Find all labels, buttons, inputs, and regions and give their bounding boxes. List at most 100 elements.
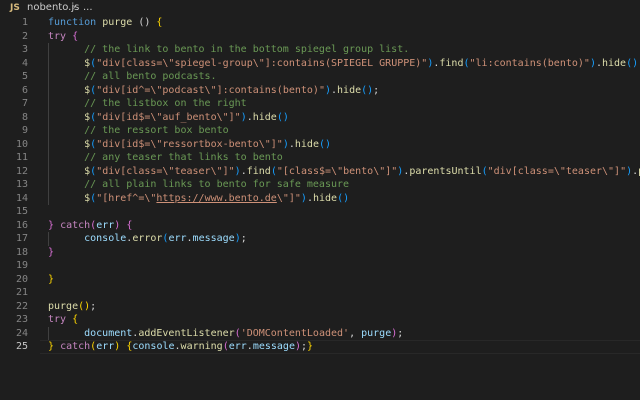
code-line[interactable]: 25} catch(err) {console.warning(err.mess… bbox=[0, 340, 640, 354]
line-code: } bbox=[48, 273, 54, 287]
code-token: hide bbox=[312, 192, 338, 204]
line-number: 1 bbox=[21, 17, 28, 28]
code-line[interactable]: 10 $("div[id$=\"ressortbox-bento\"]").hi… bbox=[0, 137, 640, 151]
code-token: error bbox=[132, 233, 163, 244]
code-token: try bbox=[48, 314, 73, 325]
code-token: "[class$=\"bento\"]" bbox=[276, 165, 398, 177]
line-number: 12 bbox=[15, 165, 28, 177]
line-code: $("div[class=\"teaser\"]").find("[class$… bbox=[48, 165, 640, 179]
line-code: $("[href^=\"https://www.bento.de\"]").hi… bbox=[48, 192, 349, 206]
line-number: 14 bbox=[15, 192, 28, 204]
code-token: ; bbox=[240, 233, 247, 244]
code-token: { bbox=[72, 30, 79, 42]
code-token: } bbox=[307, 341, 314, 352]
code-line[interactable]: 22 purge(); bbox=[0, 300, 640, 314]
line-number: 21 bbox=[15, 287, 28, 298]
chevron-right-icon: › bbox=[72, 2, 76, 13]
code-line[interactable]: 16} catch(err) { bbox=[0, 219, 640, 233]
breadcrumb: JS nobento.js › ... bbox=[0, 0, 640, 16]
code-token: err bbox=[96, 219, 115, 231]
code-line[interactable]: 8 $("div[id$=\"auf_bento\"]").hide() bbox=[0, 110, 640, 125]
code-token: hide bbox=[337, 84, 362, 96]
line-number: 24 bbox=[15, 327, 28, 339]
code-line[interactable]: 18} bbox=[0, 246, 640, 260]
code-token: find bbox=[246, 165, 271, 177]
line-code: // all plain links to bento for safe mea… bbox=[48, 178, 349, 192]
code-token: console bbox=[84, 233, 127, 244]
code-line[interactable]: 1 function purge () { bbox=[0, 16, 640, 30]
code-token: "div[class=\"spiegel-group\"]:contains(S… bbox=[96, 57, 428, 69]
code-token: } bbox=[48, 273, 55, 285]
code-line[interactable]: 19 bbox=[0, 259, 640, 273]
code-line[interactable]: 6 $("div[id^=\"podcast\"]:contains(bento… bbox=[0, 83, 640, 98]
code-token: () bbox=[132, 17, 157, 28]
code-line[interactable]: 24 document.addEventListener('DOMContent… bbox=[0, 326, 640, 340]
line-number: 2 bbox=[21, 30, 28, 42]
line-code: } bbox=[48, 246, 54, 260]
code-token: document bbox=[84, 327, 133, 339]
code-token: // the ressort box bento bbox=[84, 125, 229, 136]
line-number: 6 bbox=[21, 84, 28, 96]
line-code: $("div[id^=\"podcast\"]:contains(bento)"… bbox=[48, 84, 379, 98]
code-line[interactable]: 13 // all plain links to bento for safe … bbox=[0, 178, 640, 192]
line-number: 11 bbox=[15, 152, 28, 163]
code-token: () bbox=[337, 192, 350, 204]
code-token: message bbox=[192, 233, 235, 244]
line-number: 22 bbox=[15, 300, 28, 312]
code-token: () bbox=[626, 57, 639, 69]
code-line[interactable]: 23 try { bbox=[0, 313, 640, 327]
code-token: , bbox=[349, 327, 362, 339]
code-token: "div[id$=\"ressortbox-bento\"]" bbox=[96, 138, 283, 150]
code-line[interactable]: 11 // any teaser that links to bento bbox=[0, 151, 640, 165]
javascript-file-icon: JS bbox=[10, 3, 20, 13]
code-token: "li:contains(bento)" bbox=[469, 57, 590, 69]
line-number: 9 bbox=[21, 125, 28, 136]
line-number: 18 bbox=[15, 246, 28, 258]
code-token: ; bbox=[397, 327, 404, 339]
code-token: err bbox=[96, 341, 115, 352]
line-number: 25 bbox=[15, 341, 28, 352]
code-line[interactable]: 14 $("[href^=\"https://www.bento.de\"]")… bbox=[0, 191, 640, 206]
line-code: $("div[id$=\"auf_bento\"]").hide() bbox=[48, 111, 289, 125]
breadcrumb-symbols[interactable]: ... bbox=[83, 0, 93, 16]
code-token: try bbox=[48, 30, 73, 42]
code-token: \"]" bbox=[276, 192, 301, 204]
code-line[interactable]: 3 // the link to bento in the bottom spi… bbox=[0, 43, 640, 57]
line-code: // the ressort box bento bbox=[48, 124, 229, 138]
code-line[interactable]: 7 // the listbox on the right bbox=[0, 97, 640, 111]
code-line[interactable]: 2 try { bbox=[0, 30, 640, 44]
code-line[interactable]: 15 bbox=[0, 205, 640, 219]
line-code: // the listbox on the right bbox=[48, 97, 247, 111]
line-code: console.error(err.message); bbox=[48, 232, 247, 246]
line-code: } catch(err) { bbox=[48, 219, 132, 233]
line-number: 15 bbox=[15, 206, 28, 217]
code-line[interactable]: 17 console.error(err.message); bbox=[0, 232, 640, 246]
code-editor[interactable]: 1 function purge () {2 try {3 // the link … bbox=[0, 16, 640, 400]
code-token: () bbox=[276, 111, 289, 123]
code-token: https://www.bento.de bbox=[156, 192, 277, 204]
line-code: // any teaser that links to bento bbox=[48, 151, 283, 165]
code-line[interactable]: 12 $("div[class=\"teaser\"]").find("[cla… bbox=[0, 164, 640, 179]
code-token: ; bbox=[373, 84, 380, 96]
line-code: try { bbox=[48, 313, 78, 327]
code-token: { bbox=[126, 219, 133, 231]
line-number: 4 bbox=[21, 57, 28, 69]
code-line[interactable]: 21 bbox=[0, 286, 640, 300]
code-line[interactable]: 20} bbox=[0, 273, 640, 287]
code-token: hide bbox=[294, 138, 319, 150]
code-line[interactable]: 9 // the ressort box bento bbox=[0, 124, 640, 138]
code-token: ; bbox=[90, 300, 97, 312]
code-line[interactable]: 5 // all bento podcasts. bbox=[0, 70, 640, 84]
code-token: function bbox=[48, 17, 103, 28]
code-token: hide bbox=[602, 57, 627, 69]
code-line[interactable]: 4 $("div[class=\"spiegel-group\"]:contai… bbox=[0, 56, 640, 70]
code-token: "div[id$=\"auf_bento\"]" bbox=[96, 111, 241, 123]
code-token: // all plain links to bento for safe mea… bbox=[84, 179, 350, 190]
code-token: err bbox=[168, 233, 187, 244]
